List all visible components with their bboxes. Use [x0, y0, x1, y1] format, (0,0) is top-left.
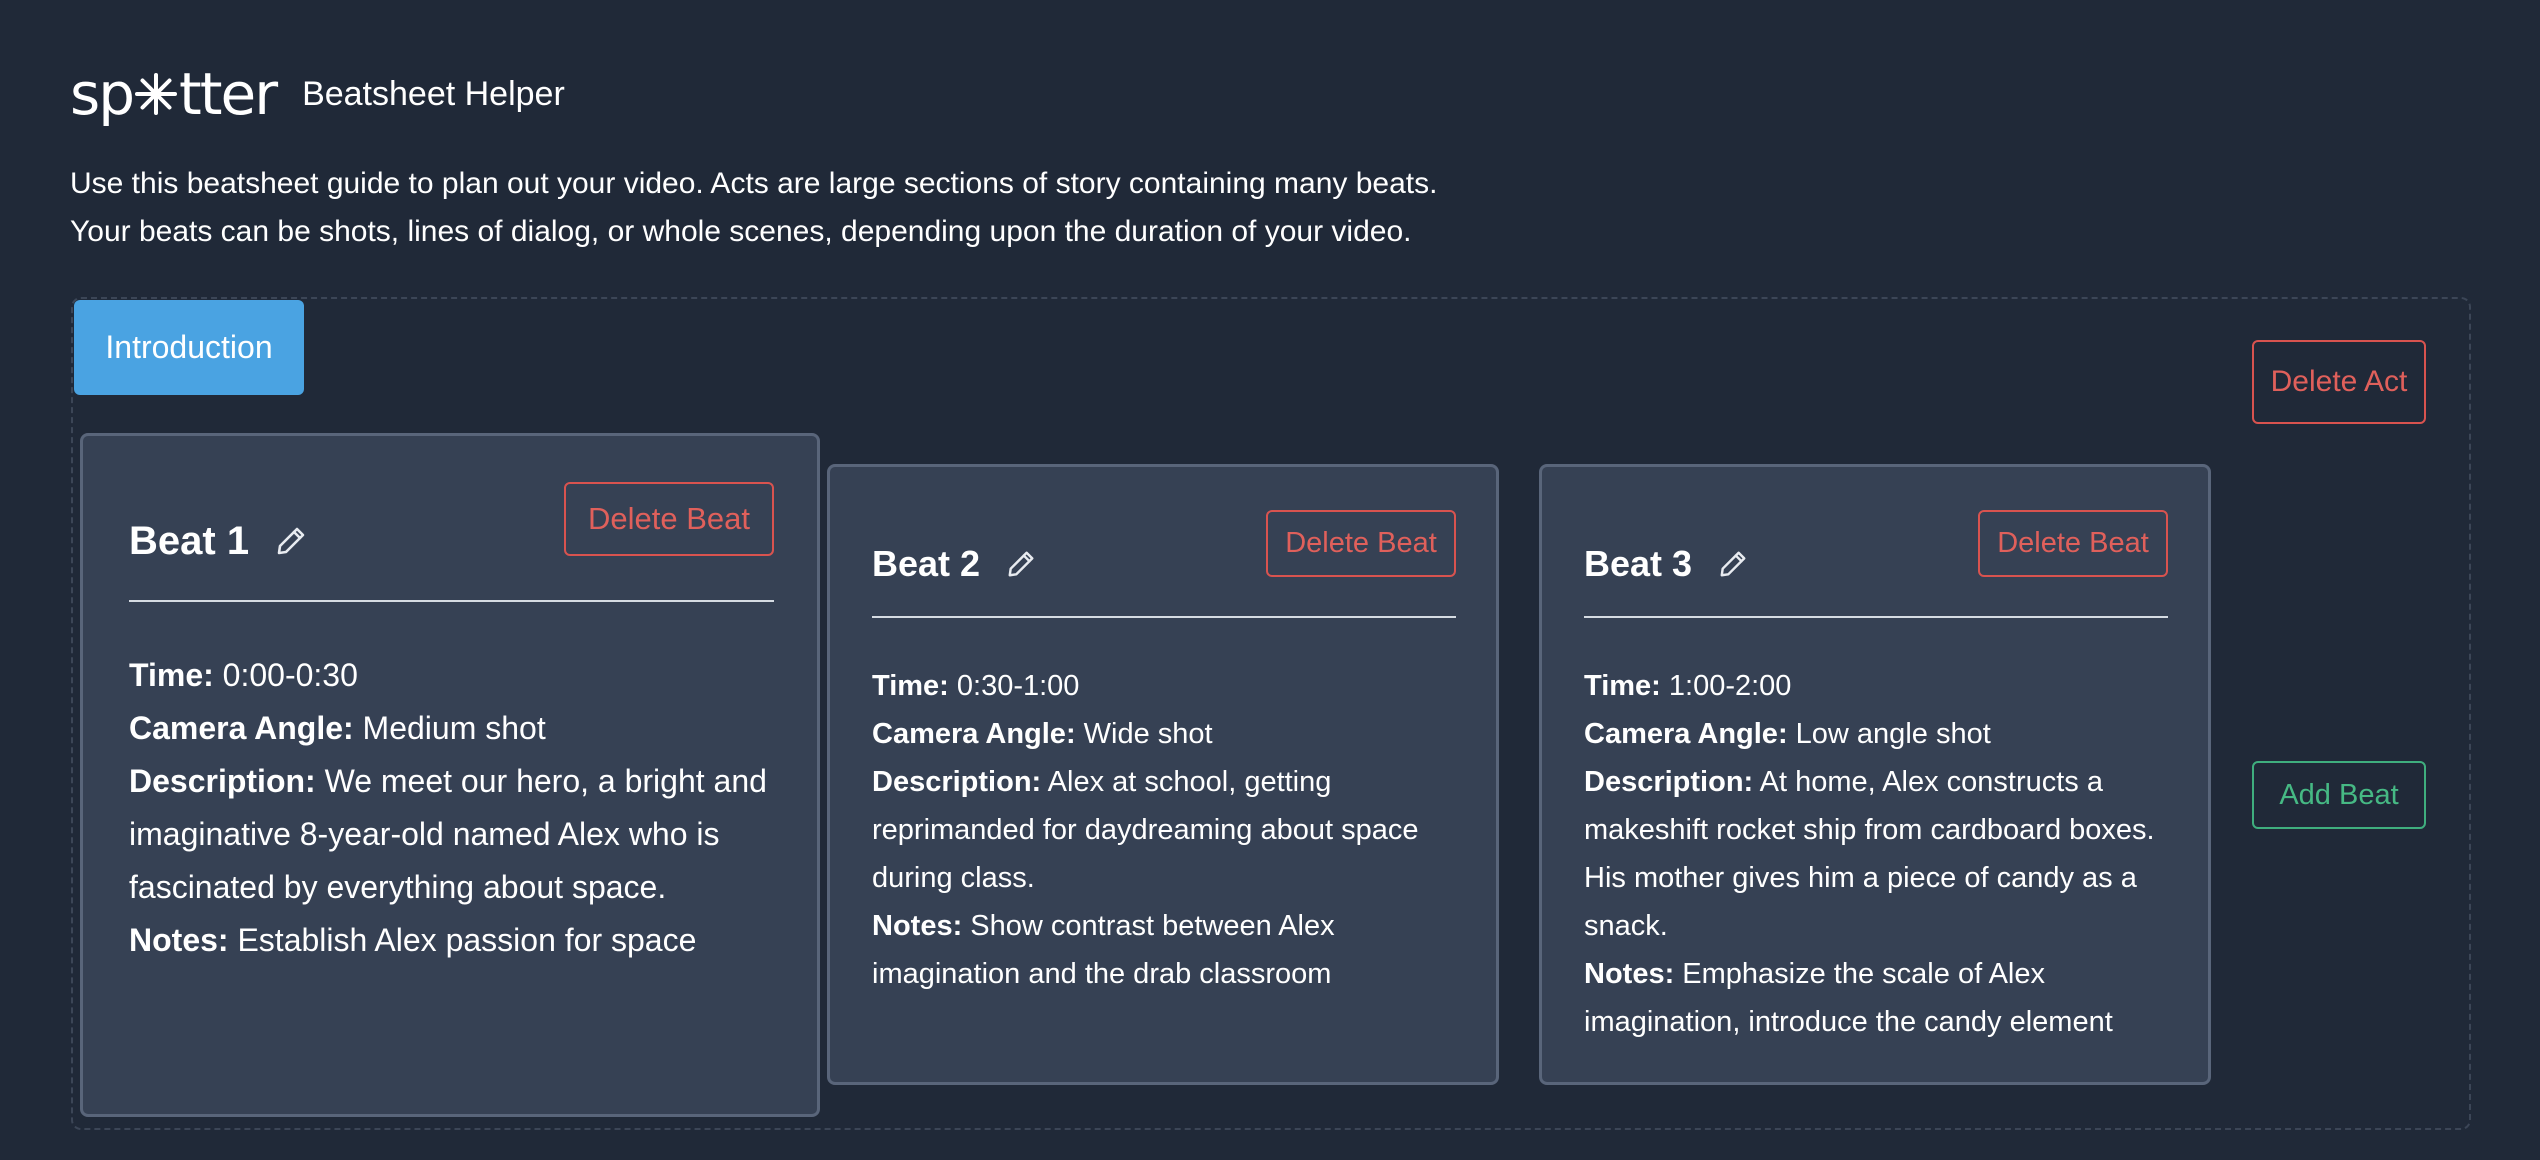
header: sp tter Beatsheet Helper	[70, 62, 565, 126]
pencil-icon[interactable]	[1006, 549, 1036, 579]
beat-time-row: Time: 0:30-1:00	[872, 662, 1462, 710]
camera-label: Camera Angle:	[129, 710, 354, 746]
beat-divider	[872, 616, 1456, 618]
beat-details: Time: 0:00-0:30 Camera Angle: Medium sho…	[129, 649, 779, 967]
beat-description-row: Description: We meet our hero, a bright …	[129, 755, 779, 914]
intro-line-2: Your beats can be shots, lines of dialog…	[70, 215, 1412, 248]
beat-title: Beat 1	[129, 516, 307, 566]
beat-divider	[1584, 616, 2168, 618]
beat-camera-value: Medium shot	[362, 710, 546, 746]
beat-description-row: Description: At home, Alex constructs a …	[1584, 758, 2174, 950]
beat-divider	[129, 600, 774, 602]
beatsheet-app: sp tter Beatsheet Helper Use this beatsh…	[0, 0, 2540, 1160]
delete-beat-button[interactable]: Delete Beat	[1978, 510, 2168, 577]
beat-notes-row: Notes: Emphasize the scale of Alex imagi…	[1584, 950, 2174, 1046]
beat-title-text: Beat 3	[1584, 543, 1693, 584]
beat-title: Beat 3	[1584, 541, 1748, 587]
beat-card-3[interactable]: Beat 3 Delete Beat Time: 1:00-2:00 Camer…	[1539, 464, 2211, 1085]
beat-notes-row: Notes: Establish Alex passion for space	[129, 914, 779, 967]
beat-camera-row: Camera Angle: Medium shot	[129, 702, 779, 755]
beat-time-row: Time: 1:00-2:00	[1584, 662, 2174, 710]
camera-label: Camera Angle:	[872, 718, 1076, 750]
notes-label: Notes:	[872, 910, 963, 942]
time-label: Time:	[1584, 670, 1661, 702]
beat-card-2[interactable]: Beat 2 Delete Beat Time: 0:30-1:00 Camer…	[827, 464, 1499, 1085]
beat-title: Beat 2	[872, 541, 1036, 587]
beat-time-row: Time: 0:00-0:30	[129, 649, 779, 702]
logo-text-right: tter	[179, 60, 278, 128]
time-label: Time:	[129, 657, 214, 693]
logo-text-left: sp	[70, 60, 135, 128]
asterisk-star-icon	[135, 73, 178, 115]
delete-act-button[interactable]: Delete Act	[2252, 340, 2426, 424]
description-label: Description:	[872, 766, 1042, 798]
description-label: Description:	[129, 763, 316, 799]
intro-line-1: Use this beatsheet guide to plan out you…	[70, 167, 1438, 200]
add-beat-button[interactable]: Add Beat	[2252, 761, 2426, 829]
beat-camera-value: Wide shot	[1083, 718, 1213, 750]
act-title-tab[interactable]: Introduction	[74, 300, 304, 395]
beat-card-1[interactable]: Beat 1 Delete Beat Time: 0:00-0:30 Camer…	[80, 433, 820, 1117]
beat-title-text: Beat 2	[872, 543, 981, 584]
pencil-icon[interactable]	[1718, 549, 1748, 579]
description-label: Description:	[1584, 766, 1754, 798]
beat-camera-value: Low angle shot	[1795, 718, 1991, 750]
pencil-icon[interactable]	[275, 525, 307, 557]
camera-label: Camera Angle:	[1584, 718, 1788, 750]
delete-beat-button[interactable]: Delete Beat	[564, 482, 774, 556]
intro-text: Use this beatsheet guide to plan out you…	[70, 160, 1437, 256]
beat-notes-value: Establish Alex passion for space	[237, 922, 697, 958]
beat-details: Time: 0:30-1:00 Camera Angle: Wide shot …	[872, 662, 1462, 998]
beat-time-value: 0:30-1:00	[956, 670, 1080, 702]
beat-time-value: 1:00-2:00	[1668, 670, 1792, 702]
notes-label: Notes:	[1584, 958, 1675, 990]
beat-notes-row: Notes: Show contrast between Alex imagin…	[872, 902, 1462, 998]
spotter-logo: sp tter	[70, 60, 278, 128]
beat-title-text: Beat 1	[129, 518, 250, 563]
beat-description-row: Description: Alex at school, getting rep…	[872, 758, 1462, 902]
time-label: Time:	[872, 670, 949, 702]
delete-beat-button[interactable]: Delete Beat	[1266, 510, 1456, 577]
app-title: Beatsheet Helper	[302, 74, 565, 113]
beat-time-value: 0:00-0:30	[222, 657, 358, 693]
beat-details: Time: 1:00-2:00 Camera Angle: Low angle …	[1584, 662, 2174, 1046]
beat-camera-row: Camera Angle: Low angle shot	[1584, 710, 2174, 758]
beat-camera-row: Camera Angle: Wide shot	[872, 710, 1462, 758]
notes-label: Notes:	[129, 922, 229, 958]
